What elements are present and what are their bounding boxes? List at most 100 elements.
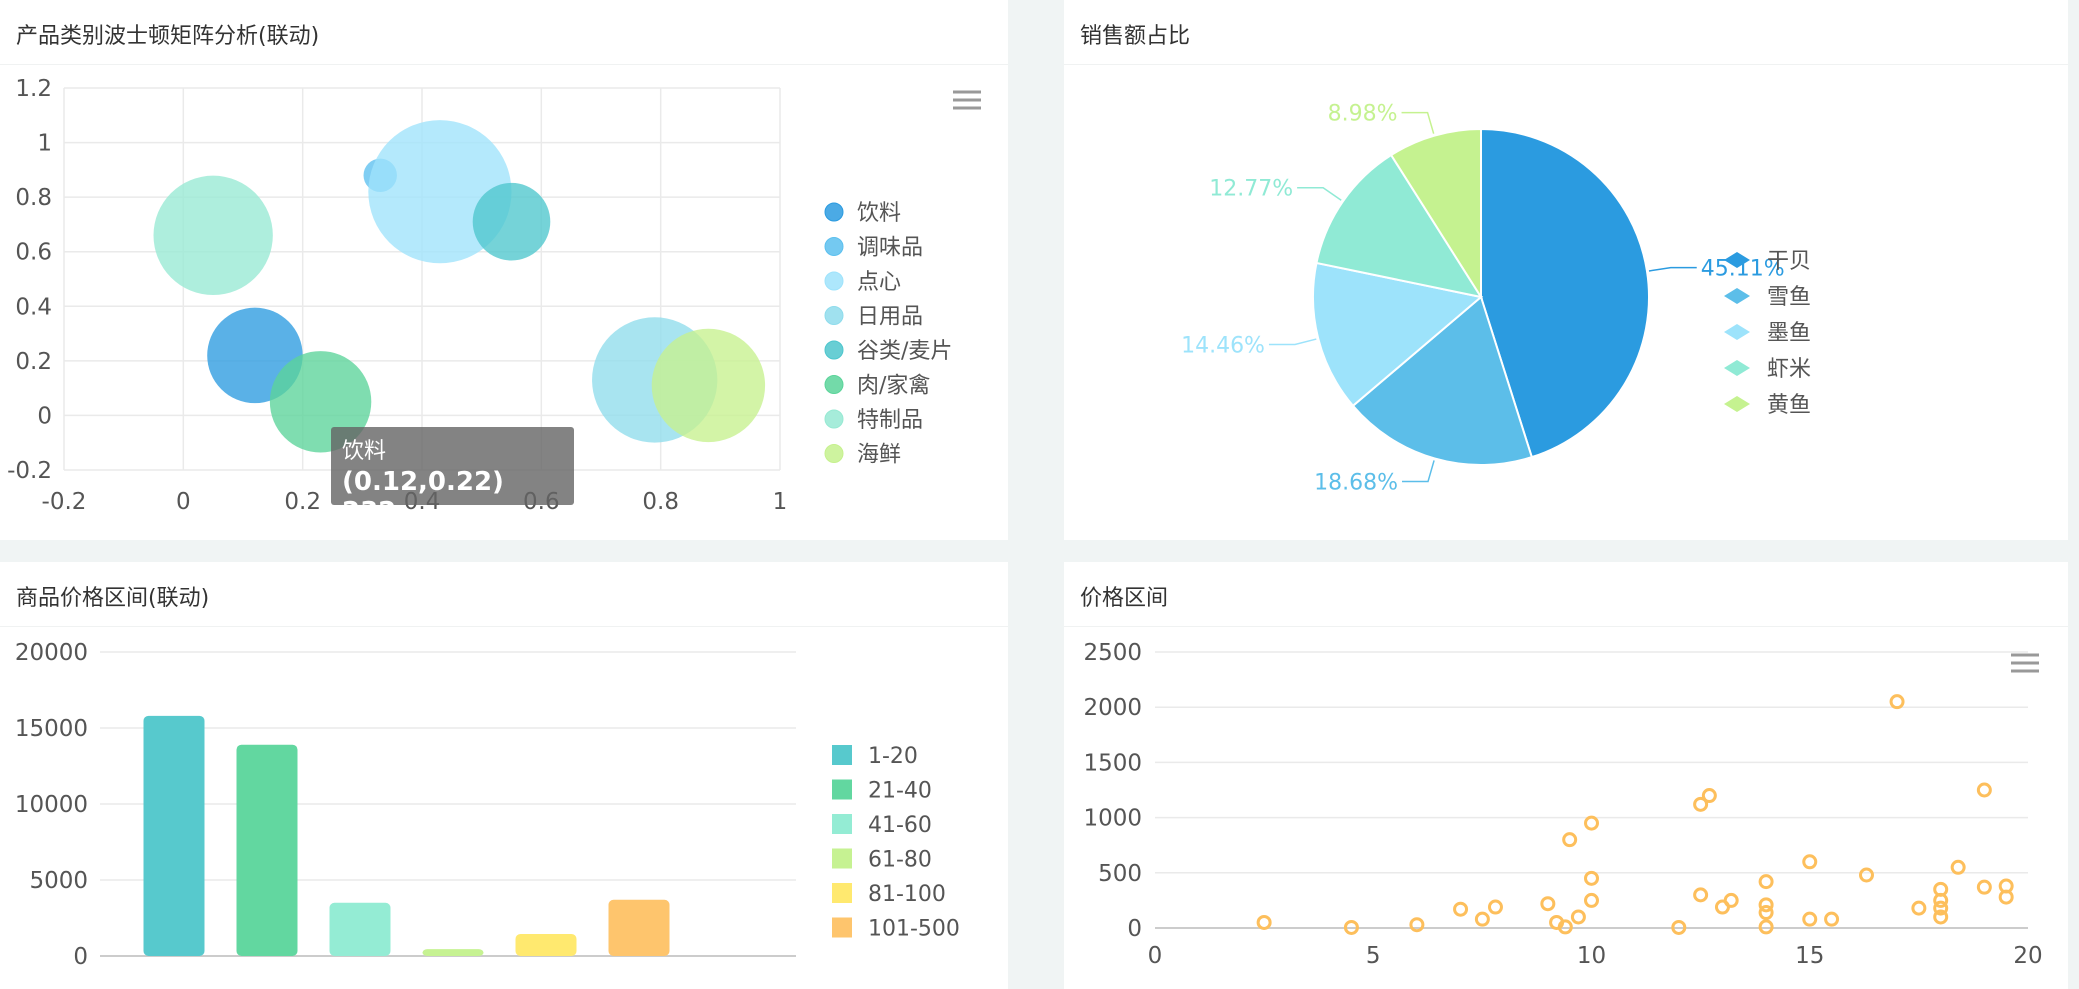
legend-circle-icon <box>824 340 844 360</box>
scatter-point <box>1584 892 1599 908</box>
y-tick-label: 10000 <box>15 792 88 818</box>
legend-circle-icon <box>824 271 844 291</box>
legend-diamond-icon <box>1724 324 1750 340</box>
y-tick-label: 0.6 <box>15 240 52 266</box>
x-tick-label: 0.8 <box>642 489 679 515</box>
scatter-point <box>1950 859 1966 875</box>
scatter-point <box>1540 896 1556 912</box>
legend-label: 101-500 <box>868 917 960 942</box>
bar <box>143 715 205 956</box>
legend-circle-icon <box>824 202 844 222</box>
legend-label: 黄鱼 <box>1767 393 1811 418</box>
y-tick-label: 1000 <box>1083 806 1142 832</box>
x-tick-label: 5 <box>1366 943 1381 969</box>
pie-label-line <box>1297 186 1342 201</box>
legend-square-icon <box>832 917 852 938</box>
scatter-panel: 价格区间 0 500 1000 1500 2000 2500 0 5 10 15 20 <box>1064 562 2068 989</box>
scatter-point <box>1802 911 1818 927</box>
menu-icon[interactable] <box>2011 653 2039 673</box>
scatter-point <box>1562 832 1578 848</box>
bubble-point <box>153 175 273 296</box>
bar <box>329 902 391 956</box>
menu-icon[interactable] <box>953 90 981 110</box>
bar <box>236 744 298 956</box>
y-tick-label: 0 <box>37 403 52 429</box>
legend-label: 点心 <box>857 270 901 295</box>
scatter-point <box>1858 867 1874 883</box>
y-tick-label: 1500 <box>1083 750 1142 776</box>
bubble-tooltip: 饮料 (0.12,0.22) 232 <box>331 427 574 527</box>
bar <box>515 933 577 956</box>
bar <box>422 949 484 956</box>
y-tick-label: 0.4 <box>15 294 52 320</box>
pie-label-line <box>1268 338 1317 346</box>
legend-label: 日用品 <box>857 305 923 330</box>
bar <box>608 899 670 956</box>
legend-square-icon <box>832 779 852 800</box>
scatter-point <box>1976 879 1992 895</box>
scatter-point <box>1802 854 1818 870</box>
scatter-point <box>1584 815 1599 831</box>
scatter-point <box>1453 901 1469 917</box>
y-tick-label: 1.2 <box>15 76 52 102</box>
pie-label: 12.77% <box>1209 177 1293 202</box>
x-tick-label: 1 <box>773 489 788 515</box>
x-tick-label: 0.2 <box>284 489 321 515</box>
scatter-point <box>1911 900 1927 916</box>
y-tick-label: 0 <box>1127 916 1142 942</box>
legend-square-icon <box>832 883 852 903</box>
legend-label: 海鲜 <box>857 443 901 468</box>
bubble-point <box>651 328 766 443</box>
bar-panel: 商品价格区间(联动) 0 5000 10000 15000 20000 1-20 21-40… <box>0 562 1008 989</box>
scatter-point <box>1723 892 1739 908</box>
x-tick-label: 0 <box>176 489 191 515</box>
legend-square-icon <box>832 745 852 765</box>
pie-label-line <box>1648 266 1697 272</box>
y-tick-label: 20000 <box>15 640 88 666</box>
legend-label: 41-60 <box>868 813 932 838</box>
legend-label: 61-80 <box>868 848 932 873</box>
scatter-point <box>1256 914 1272 930</box>
legend-circle-icon <box>824 409 844 429</box>
y-tick-label: 15000 <box>15 716 88 742</box>
pie-label: 18.68% <box>1314 471 1398 496</box>
scatter-point <box>1474 911 1490 927</box>
legend-label: 干贝 <box>1767 249 1811 274</box>
legend-circle-icon <box>824 444 844 463</box>
scatter-point <box>1584 870 1599 886</box>
x-tick-label: 0 <box>1148 943 1163 969</box>
legend-label: 调味品 <box>857 236 923 261</box>
legend-square-icon <box>832 848 852 869</box>
legend-label: 21-40 <box>868 779 932 804</box>
pie-label: 14.46% <box>1181 334 1265 359</box>
y-tick-label: 2500 <box>1083 640 1142 666</box>
bar-chart: 0 5000 10000 15000 20000 1-20 21-40 41-60 61-80 8… <box>15 640 960 970</box>
x-tick-label: 15 <box>1795 943 1824 969</box>
x-tick-label: -0.2 <box>42 489 87 515</box>
scatter-chart: 0 500 1000 1500 2000 2500 0 5 10 15 20 <box>1083 640 2042 969</box>
pie-label-line <box>1402 460 1435 483</box>
y-tick-label: 500 <box>1098 861 1142 887</box>
legend-label: 肉/家禽 <box>857 374 930 399</box>
scatter-point <box>1693 887 1709 903</box>
legend-label: 1-20 <box>868 744 918 769</box>
scatter-point <box>1889 694 1905 710</box>
y-tick-label: 5000 <box>29 868 88 894</box>
y-tick-label: 0 <box>73 944 88 970</box>
bubble-panel: 产品类别波士顿矩阵分析(联动) -0.200.20.40.60.81-0.200… <box>0 0 1008 540</box>
scatter-point <box>1758 874 1774 890</box>
scatter-point <box>1824 911 1840 927</box>
pie-label: 8.98% <box>1328 102 1398 127</box>
legend-diamond-icon <box>1724 288 1750 304</box>
y-tick-label: 1 <box>37 131 52 157</box>
legend-label: 谷类/麦片 <box>857 339 952 364</box>
legend-label: 饮料 <box>857 201 901 226</box>
x-tick-label: 10 <box>1577 943 1606 969</box>
legend-square-icon <box>832 814 852 834</box>
scatter-point <box>1758 905 1774 921</box>
x-tick-label: 20 <box>2013 943 2042 969</box>
scatter-point <box>1976 782 1992 798</box>
scatter-point <box>1570 909 1586 925</box>
pie-panel: 销售额占比 45.11% 18.68% 14.46% 12.77% 8.98% 干贝 雪鱼墨… <box>1064 0 2068 540</box>
y-tick-label: -0.2 <box>7 458 52 484</box>
